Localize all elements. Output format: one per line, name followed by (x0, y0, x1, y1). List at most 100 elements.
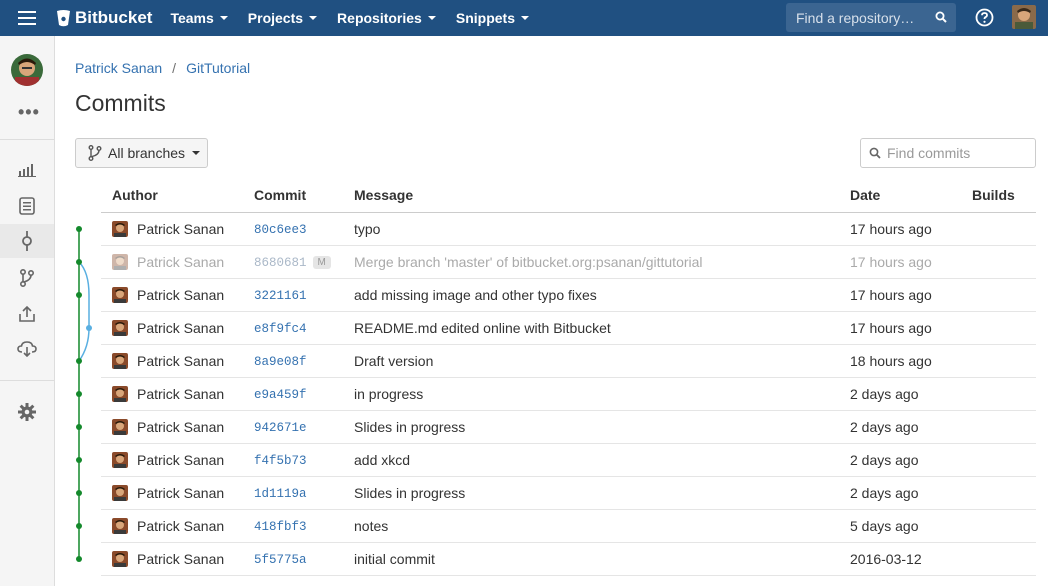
author-cell: Patrick Sanan (101, 377, 254, 411)
commit-node[interactable] (76, 457, 82, 463)
commit-node[interactable] (76, 490, 82, 496)
author-avatar[interactable] (112, 451, 128, 468)
nav-teams[interactable]: Teams (170, 10, 228, 26)
breadcrumb: Patrick Sanan / GitTutorial (75, 60, 250, 76)
commit-date: 2 days ago (850, 377, 972, 411)
commit-message: typo (354, 212, 850, 246)
commit-message: add xkcd (354, 443, 850, 477)
commit-message: README.md edited online with Bitbucket (354, 311, 850, 345)
commit-node[interactable] (76, 523, 82, 529)
commit-date: 2 days ago (850, 443, 972, 477)
date-column-header: Date (850, 179, 972, 213)
author-name: Patrick Sanan (137, 220, 225, 237)
commit-hash-link[interactable]: 5f5775a (254, 553, 307, 567)
builds-column-header: Builds (972, 179, 1036, 213)
commit-node[interactable] (76, 226, 82, 232)
find-commits-input[interactable] (887, 145, 1027, 161)
commit-hash-link[interactable]: 418fbf3 (254, 520, 307, 534)
repository-search-input[interactable] (796, 9, 926, 26)
commit-column-header: Commit (254, 179, 354, 213)
author-name: Patrick Sanan (137, 550, 225, 567)
commit-hash-link[interactable]: 942671e (254, 421, 307, 435)
nav-snippets-label: Snippets (455, 10, 515, 26)
commit-node[interactable] (76, 358, 82, 364)
author-avatar[interactable] (112, 352, 128, 369)
author-name: Patrick Sanan (137, 352, 225, 369)
commit-node[interactable] (86, 325, 92, 331)
nav-projects[interactable]: Projects (248, 10, 318, 26)
breadcrumb-owner-link[interactable]: Patrick Sanan (75, 60, 162, 76)
author-avatar[interactable] (112, 385, 128, 402)
author-name: Patrick Sanan (137, 253, 225, 270)
commit-node[interactable] (76, 556, 82, 562)
nav-snippets[interactable]: Snippets (456, 10, 529, 26)
commit-date: 17 hours ago (850, 311, 972, 345)
bitbucket-logo[interactable]: Bitbucket (56, 8, 152, 28)
commit-node[interactable] (76, 424, 82, 430)
chevron-down-icon (219, 16, 228, 20)
commit-date: 17 hours ago (850, 245, 972, 279)
nav-repositories[interactable]: Repositories (337, 10, 436, 26)
table-row[interactable]: Patrick Sanan e9a459f in progress 2 days ag… (101, 377, 1036, 411)
author-avatar[interactable] (112, 220, 128, 237)
more-options-icon[interactable]: ••• (18, 102, 40, 123)
commit-hash-link[interactable]: 3221161 (254, 289, 307, 303)
author-avatar[interactable] (112, 319, 128, 336)
table-row[interactable]: Patrick Sanan 8a9e08f Draft version 18 hour… (101, 344, 1036, 378)
search-icon[interactable] (935, 11, 947, 23)
table-row[interactable]: Patrick Sanan f4f5b73 add xkcd 2 days ago (101, 443, 1036, 477)
author-avatar[interactable] (112, 253, 128, 270)
table-row[interactable]: Patrick Sanan 3221161 add missing image an… (101, 278, 1036, 312)
author-avatar[interactable] (112, 484, 128, 501)
commit-cell: 80c6ee3 (254, 212, 354, 246)
table-row[interactable]: Patrick Sanan 5f5775a initial commit 2016-0… (101, 542, 1036, 576)
settings-icon[interactable] (17, 402, 37, 422)
commit-node[interactable] (76, 391, 82, 397)
author-avatar[interactable] (112, 286, 128, 303)
user-avatar[interactable] (1012, 5, 1036, 29)
commit-hash-link[interactable]: 8680681 (254, 256, 307, 270)
downloads-icon[interactable] (17, 339, 37, 359)
commit-hash-link[interactable]: f4f5b73 (254, 454, 307, 468)
branches-icon[interactable] (17, 268, 37, 288)
commit-cell: 942671e (254, 410, 354, 444)
commit-hash-link[interactable]: 80c6ee3 (254, 223, 307, 237)
bitbucket-bucket-icon (57, 9, 70, 26)
table-row[interactable]: Patrick Sanan 80c6ee3 typo 17 hours ago (101, 212, 1036, 246)
table-row[interactable]: Patrick Sanan 418fbf3 notes 5 days ago (101, 509, 1036, 543)
sidebar-divider (0, 139, 54, 140)
commit-message: initial commit (354, 542, 850, 576)
table-row[interactable]: Patrick Sanan 1d1119a Slides in progress 2 … (101, 476, 1036, 510)
branch-filter-dropdown[interactable]: All branches (75, 138, 208, 168)
commit-date: 2 days ago (850, 410, 972, 444)
commit-date: 2 days ago (850, 476, 972, 510)
commit-node[interactable] (76, 292, 82, 298)
top-navigation-bar: Bitbucket Teams Projects Repositories Sn… (0, 0, 1048, 36)
menu-icon[interactable] (0, 0, 54, 36)
author-avatar[interactable] (112, 517, 128, 534)
repository-avatar[interactable] (11, 54, 43, 86)
commit-hash-link[interactable]: 8a9e08f (254, 355, 307, 369)
commits-icon[interactable] (0, 224, 54, 258)
breadcrumb-repo-link[interactable]: GitTutorial (186, 60, 250, 76)
overview-icon[interactable] (17, 160, 37, 180)
author-column-header: Author (101, 179, 254, 213)
source-icon[interactable] (17, 196, 37, 216)
commit-node[interactable] (76, 259, 82, 265)
brand-name: Bitbucket (75, 8, 153, 27)
author-cell: Patrick Sanan (101, 344, 254, 378)
commit-hash-link[interactable]: 1d1119a (254, 487, 307, 501)
author-avatar[interactable] (112, 550, 128, 567)
commit-hash-link[interactable]: e8f9fc4 (254, 322, 307, 336)
author-avatar[interactable] (112, 418, 128, 435)
table-row[interactable]: Patrick Sanan 942671e Slides in progress 2 … (101, 410, 1036, 444)
help-icon[interactable] (975, 8, 994, 32)
table-row[interactable]: Patrick Sanan e8f9fc4 README.md edited onl… (101, 311, 1036, 345)
pull-requests-icon[interactable] (17, 304, 37, 324)
branch-icon (88, 145, 102, 161)
nav-repositories-label: Repositories (337, 10, 422, 26)
table-row[interactable]: Patrick Sanan 8680681 M Merge branch 'maste… (101, 245, 1036, 279)
commit-hash-link[interactable]: e9a459f (254, 388, 307, 402)
commit-date: 2016-03-12 (850, 542, 972, 576)
commit-date: 17 hours ago (850, 212, 972, 246)
